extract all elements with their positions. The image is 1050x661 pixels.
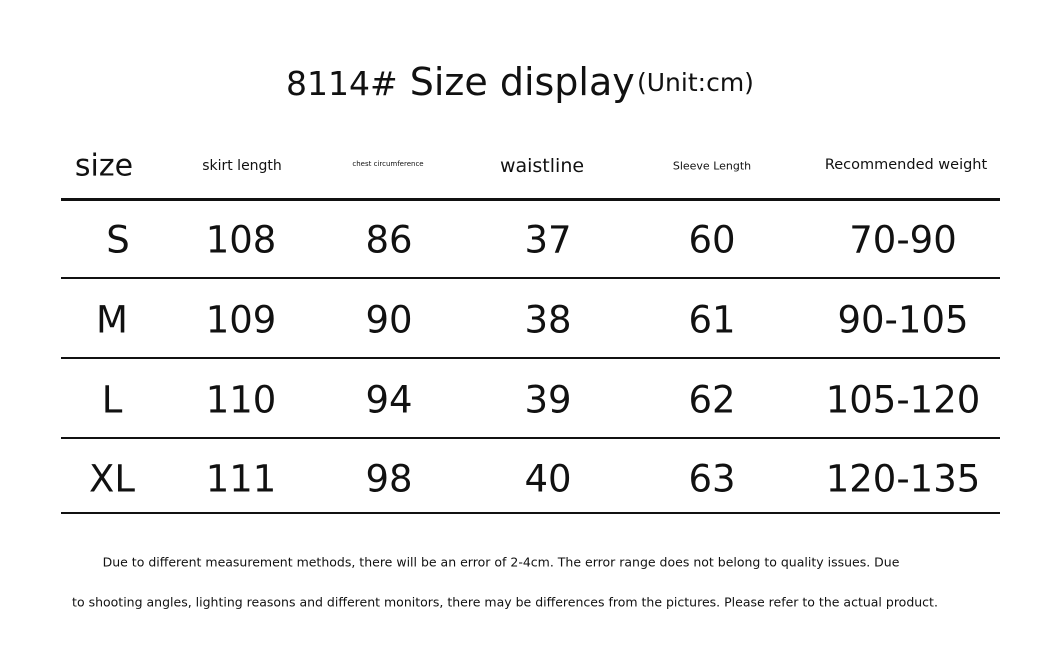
cell-waistline: 37 <box>524 218 572 262</box>
cell-weight: 90-105 <box>837 298 969 342</box>
cell-chest: 94 <box>365 378 413 422</box>
row-divider <box>61 437 1000 439</box>
cell-size: L <box>101 378 123 422</box>
cell-size: XL <box>89 457 135 501</box>
cell-skirt-length: 111 <box>205 457 277 501</box>
title-text: Size display <box>409 60 635 104</box>
row-divider <box>61 277 1000 279</box>
cell-weight: 70-90 <box>849 218 957 262</box>
cell-skirt-length: 109 <box>205 298 277 342</box>
header-waistline: waistline <box>499 155 585 177</box>
chart-title: 8114# Size display <box>286 60 635 104</box>
cell-waistline: 40 <box>524 457 572 501</box>
cell-waistline: 38 <box>524 298 572 342</box>
cell-size: M <box>96 298 128 342</box>
disclaimer-line-1: Due to different measurement methods, th… <box>102 554 900 570</box>
header-divider <box>61 198 1000 201</box>
cell-chest: 98 <box>365 457 413 501</box>
size-chart: 8114# Size display (Unit:cm) size skirt … <box>0 0 1050 661</box>
header-recommended-weight: Recommended weight <box>824 157 988 173</box>
cell-sleeve-length: 61 <box>688 298 736 342</box>
cell-chest: 86 <box>365 218 413 262</box>
disclaimer-line-2: to shooting angles, lighting reasons and… <box>72 594 938 610</box>
unit-label: (Unit:cm) <box>637 68 754 97</box>
cell-weight: 120-135 <box>825 457 981 501</box>
table-bottom-border <box>61 512 1000 514</box>
cell-size: S <box>106 218 130 262</box>
cell-skirt-length: 110 <box>205 378 277 422</box>
cell-chest: 90 <box>365 298 413 342</box>
cell-skirt-length: 108 <box>205 218 277 262</box>
row-divider <box>61 357 1000 359</box>
header-sleeve-length: Sleeve Length <box>672 159 752 173</box>
product-code: 8114# <box>286 64 398 103</box>
header-size: size <box>74 148 134 184</box>
cell-weight: 105-120 <box>825 378 981 422</box>
cell-sleeve-length: 60 <box>688 218 736 262</box>
header-chest: chest circumference <box>352 160 424 168</box>
cell-sleeve-length: 62 <box>688 378 736 422</box>
header-skirt-length: skirt length <box>202 158 282 174</box>
cell-waistline: 39 <box>524 378 572 422</box>
cell-sleeve-length: 63 <box>688 457 736 501</box>
